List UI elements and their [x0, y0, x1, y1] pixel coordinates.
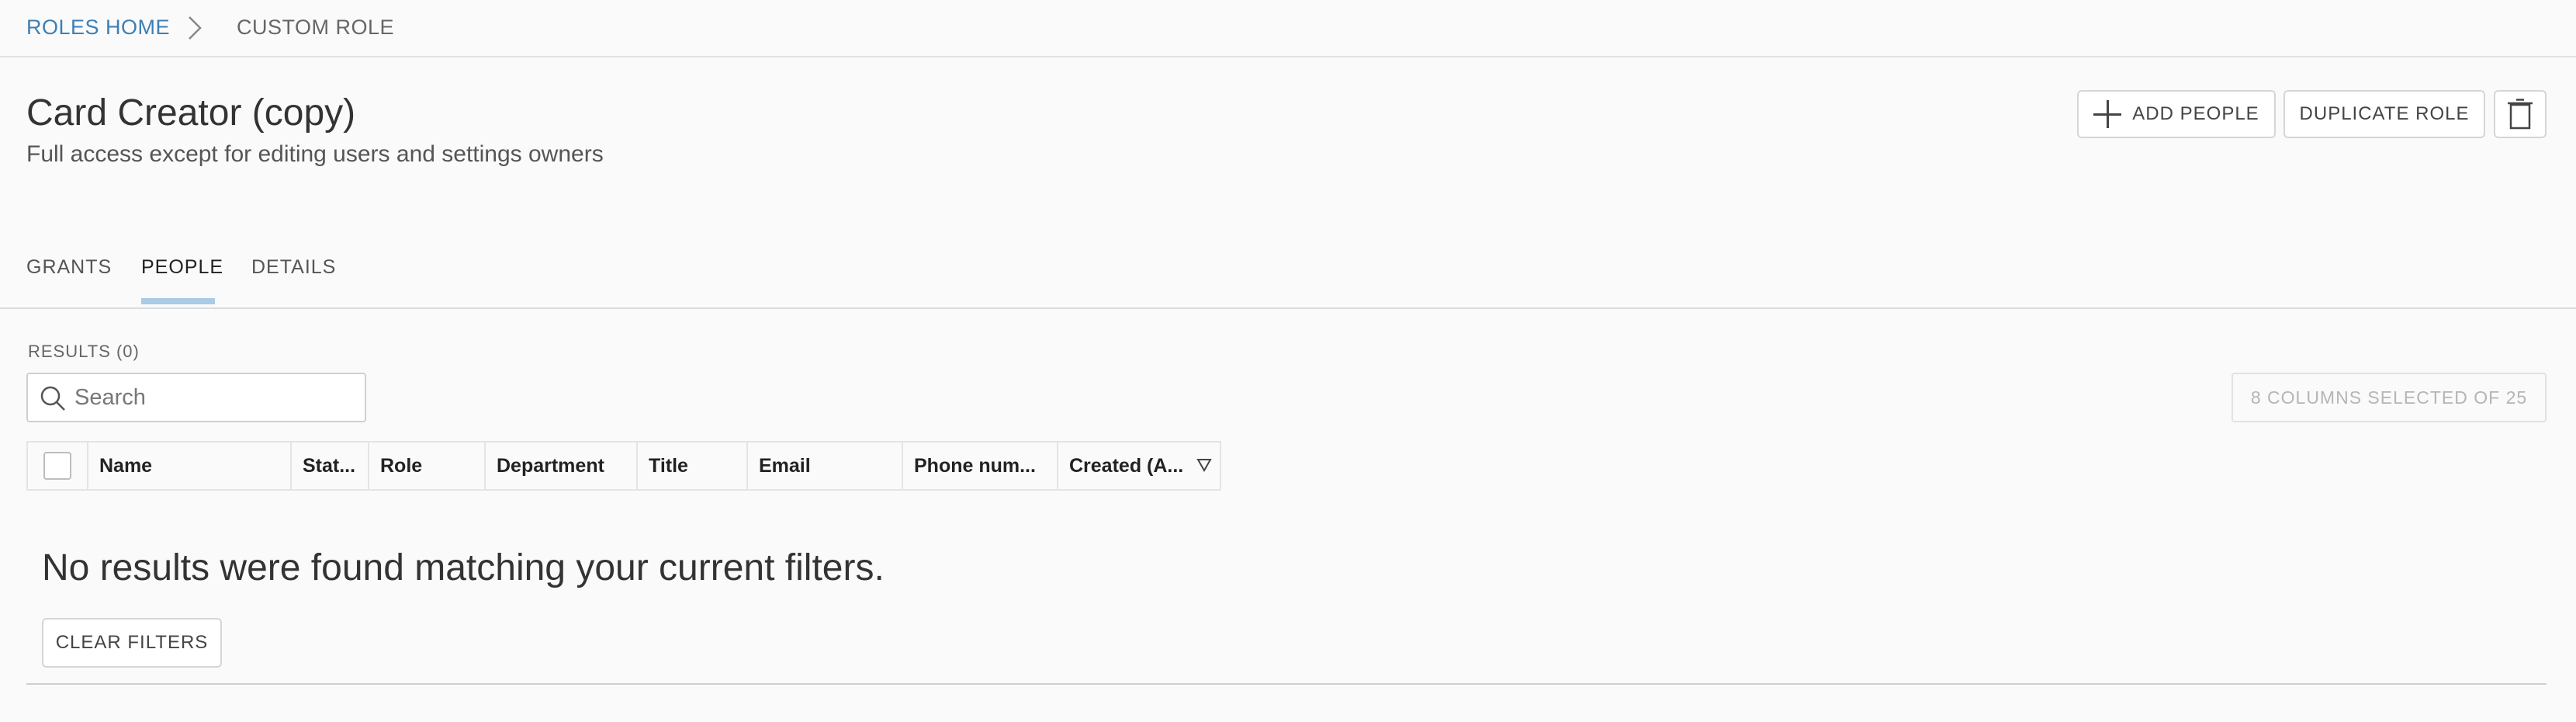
clear-filters-button[interactable]: CLEAR FILTERS	[42, 618, 222, 668]
column-header-status[interactable]: Stat...	[292, 443, 369, 489]
active-tab-indicator	[141, 298, 215, 304]
select-all-checkbox[interactable]	[43, 452, 71, 480]
columns-selector-button[interactable]: 8 COLUMNS SELECTED OF 25	[2231, 373, 2547, 422]
delete-role-button[interactable]	[2494, 90, 2547, 138]
table-header: Name Stat... Role Department Title Email…	[26, 441, 1221, 491]
select-all-cell	[28, 443, 88, 489]
breadcrumb: ROLES HOME CUSTOM ROLE	[0, 0, 2576, 57]
add-people-button[interactable]: ADD PEOPLE	[2077, 90, 2276, 138]
results-count: RESULTS (0)	[28, 342, 140, 361]
column-header-created-label: Created (A...	[1069, 454, 1184, 477]
column-header-created[interactable]: Created (A...	[1058, 443, 1220, 489]
column-header-department[interactable]: Department	[486, 443, 638, 489]
column-header-name[interactable]: Name	[88, 443, 292, 489]
page-title: Card Creator (copy)	[26, 92, 356, 134]
breadcrumb-current: CUSTOM ROLE	[237, 16, 395, 39]
search-input[interactable]	[74, 380, 354, 415]
trash-icon	[2508, 99, 2533, 130]
empty-state-message: No results were found matching your curr…	[42, 547, 885, 588]
plus-icon	[2093, 100, 2122, 128]
column-header-role[interactable]: Role	[369, 443, 486, 489]
search-box	[26, 373, 366, 422]
column-header-email[interactable]: Email	[748, 443, 903, 489]
divider	[26, 683, 2547, 685]
add-people-label: ADD PEOPLE	[2132, 103, 2259, 124]
sort-descending-icon	[1196, 459, 1212, 472]
chevron-right-icon	[189, 16, 202, 40]
tab-bar: GRANTS PEOPLE DETAILS	[0, 256, 2576, 309]
tab-details[interactable]: DETAILS	[251, 256, 336, 307]
breadcrumb-roles-home-link[interactable]: ROLES HOME	[26, 16, 170, 40]
tab-grants[interactable]: GRANTS	[26, 256, 112, 307]
duplicate-role-button[interactable]: DUPLICATE ROLE	[2283, 90, 2485, 138]
page-subtitle: Full access except for editing users and…	[26, 141, 604, 167]
search-icon	[40, 386, 65, 411]
column-header-title[interactable]: Title	[638, 443, 748, 489]
column-header-phone[interactable]: Phone num...	[903, 443, 1058, 489]
